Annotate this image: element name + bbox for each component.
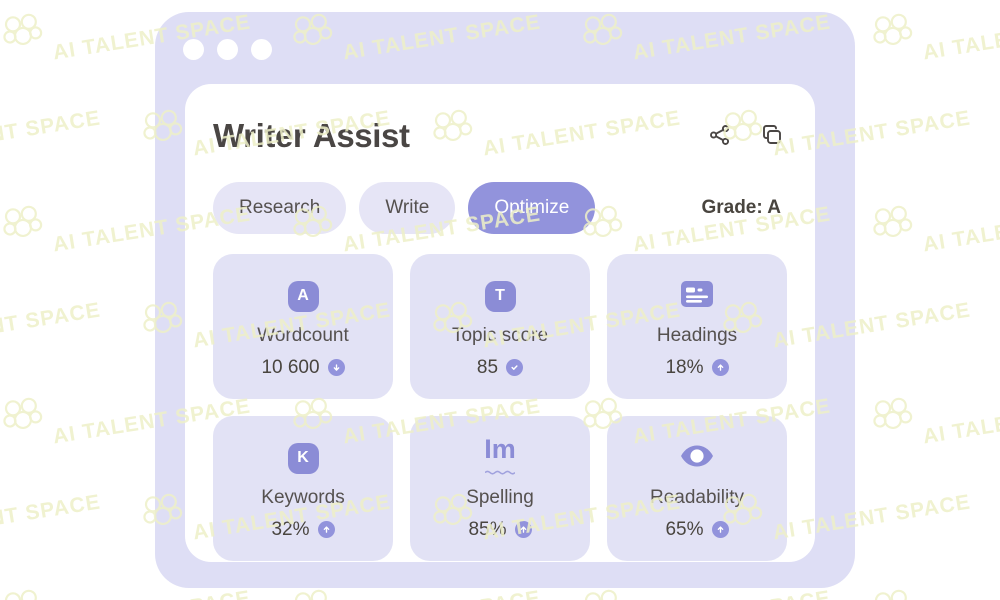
maximize-dot[interactable] xyxy=(251,39,272,60)
metric-value: 85% xyxy=(468,519,507,540)
watermark-text: AI TALENT SPACE xyxy=(921,203,1000,257)
metric-card[interactable]: T Topic score 85 xyxy=(410,254,590,399)
watermark-text: AI TALENT SPACE xyxy=(0,298,103,353)
metric-icon: K xyxy=(287,438,319,478)
share-button[interactable] xyxy=(705,120,735,150)
share-icon xyxy=(708,123,732,147)
check-circle-icon xyxy=(506,359,524,376)
mode-tabs: Research Write Optimize Grade: A xyxy=(213,182,787,234)
letter-k-badge-icon: K xyxy=(287,442,319,474)
metric-card[interactable]: Readability 65% xyxy=(607,416,787,561)
metric-value: 18% xyxy=(665,357,704,378)
watermark-text: AI TALENT SPACE xyxy=(921,11,1000,65)
metric-label: Topic score xyxy=(451,325,549,346)
metric-value-row: 65% xyxy=(665,519,729,540)
metric-label: Wordcount xyxy=(257,325,349,346)
copy-button[interactable] xyxy=(757,120,787,150)
metric-label: Keywords xyxy=(261,487,345,508)
text-block-icon xyxy=(681,280,713,312)
close-dot[interactable] xyxy=(183,39,204,60)
metrics-grid: A Wordcount 10 600 T Topic score 85 Head… xyxy=(213,254,787,561)
watermark-logo-icon xyxy=(0,7,47,53)
arrow-up-circle-icon xyxy=(514,521,532,538)
watermark-logo-icon xyxy=(867,7,917,53)
watermark-logo-icon xyxy=(0,199,47,245)
metric-label: Headings xyxy=(656,325,738,346)
tab-write[interactable]: Write xyxy=(359,182,456,234)
metric-value-row: 32% xyxy=(271,519,335,540)
metric-icon: A xyxy=(287,276,319,316)
tab-optimize[interactable]: Optimize xyxy=(468,182,596,234)
arrow-down-circle-icon xyxy=(327,359,345,376)
copy-icon xyxy=(760,123,784,147)
metric-value: 85 xyxy=(476,357,499,378)
metric-value-row: 18% xyxy=(665,357,729,378)
grade-label: Grade: A xyxy=(701,197,781,218)
watermark-text: AI TALENT SPACE xyxy=(341,587,542,600)
panel-header: Writer Assist xyxy=(213,108,787,162)
screenshot-canvas: AI TALENT SPACE AI TALENT SPACE AI TALEN… xyxy=(0,0,1000,600)
arrow-up-circle-icon xyxy=(711,521,729,538)
letter-t-badge-icon: T xyxy=(484,280,516,312)
watermark-text: AI TALENT SPACE xyxy=(921,395,1000,449)
letter-a-badge-icon: A xyxy=(287,280,319,312)
metric-card[interactable]: K Keywords 32% xyxy=(213,416,393,561)
tab-research[interactable]: Research xyxy=(213,182,347,234)
metric-value: 10 600 xyxy=(261,357,320,378)
metric-icon: Im xyxy=(484,435,516,480)
watermark-logo-icon xyxy=(867,583,917,600)
watermark-logo-icon xyxy=(0,583,47,600)
metric-value-row: 10 600 xyxy=(261,357,345,378)
arrow-up-circle-icon xyxy=(317,521,335,538)
metric-label: Spelling xyxy=(466,487,534,508)
window-traffic-lights xyxy=(183,39,272,60)
watermark-text: AI TALENT SPACE xyxy=(921,587,1000,600)
metric-label: Readability xyxy=(650,487,744,508)
metric-card[interactable]: Headings 18% xyxy=(607,254,787,399)
metric-value-row: 85% xyxy=(468,519,532,540)
eye-icon xyxy=(680,444,714,473)
arrow-up-circle-icon xyxy=(711,359,729,376)
metric-value: 32% xyxy=(271,519,310,540)
metric-value-row: 85 xyxy=(476,357,524,378)
watermark-text: AI TALENT SPACE xyxy=(631,587,832,600)
header-actions xyxy=(705,120,787,150)
metric-card[interactable]: Im Spelling 85% xyxy=(410,416,590,561)
page-title: Writer Assist xyxy=(213,116,410,154)
watermark-logo-icon xyxy=(0,391,47,437)
metric-value: 65% xyxy=(665,519,704,540)
watermark-logo-icon xyxy=(867,199,917,245)
watermark-text: AI TALENT SPACE xyxy=(51,587,252,600)
metric-icon xyxy=(680,438,714,478)
metric-icon: T xyxy=(484,276,516,316)
app-panel: Writer Assist Research Write Optimize Gr… xyxy=(185,84,815,562)
metric-icon xyxy=(681,276,713,316)
watermark-text: AI TALENT SPACE xyxy=(0,490,103,545)
spellcheck-icon: Im xyxy=(484,435,516,480)
watermark-text: AI TALENT SPACE xyxy=(0,106,103,161)
minimize-dot[interactable] xyxy=(217,39,238,60)
metric-card[interactable]: A Wordcount 10 600 xyxy=(213,254,393,399)
watermark-logo-icon xyxy=(867,391,917,437)
